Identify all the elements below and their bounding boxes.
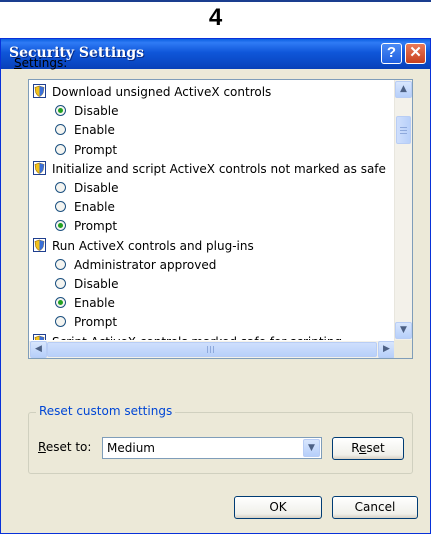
cancel-button[interactable]: Cancel <box>332 496 418 519</box>
ok-button[interactable]: OK <box>234 496 322 519</box>
scroll-right-icon[interactable]: ▶ <box>378 341 395 358</box>
scroll-left-icon[interactable]: ◀ <box>30 341 47 358</box>
close-icon: ✕ <box>409 44 422 61</box>
radio-icon[interactable] <box>55 182 66 193</box>
help-button[interactable]: ? <box>381 43 402 64</box>
reset-to-label-text: eset to: <box>45 440 92 454</box>
shield-icon <box>33 333 46 340</box>
setting-option[interactable]: Enable <box>55 121 115 140</box>
thumb-grip <box>210 346 211 353</box>
radio-icon[interactable] <box>55 201 66 213</box>
scroll-up-icon[interactable]: ▲ <box>395 81 412 98</box>
setting-option[interactable]: Enable <box>55 294 115 313</box>
radio-icon[interactable] <box>55 143 66 155</box>
thumb-grip <box>400 127 407 128</box>
setting-option-label: Prompt <box>74 142 118 157</box>
setting-option-label: Prompt <box>74 315 118 330</box>
horizontal-scroll-thumb[interactable] <box>47 342 377 357</box>
radio-selected-icon[interactable] <box>55 105 66 117</box>
reset-to-label: Reset to: <box>38 440 91 454</box>
header-rule <box>0 0 431 2</box>
reset-to-accesskey: R <box>38 440 46 454</box>
horizontal-scrollbar[interactable]: ◀ ▶ <box>29 341 395 358</box>
setting-group: Initialize and script ActiveX controls n… <box>33 160 386 179</box>
setting-group-label: Initialize and script ActiveX controls n… <box>52 161 386 176</box>
radio-selected-icon[interactable] <box>55 297 66 309</box>
reset-button-text-end: set <box>366 441 385 455</box>
setting-group-label: Script ActiveX controls marked safe for … <box>52 335 342 340</box>
reset-level-value: Medium <box>107 441 155 455</box>
thumb-grip <box>400 133 407 134</box>
vertical-scroll-thumb[interactable] <box>396 116 411 144</box>
setting-option-label: Enable <box>74 200 115 215</box>
setting-option[interactable]: Prompt <box>55 141 117 160</box>
reset-level-select[interactable]: Medium ▼ <box>102 437 322 459</box>
setting-group: Run ActiveX controls and plug-ins <box>33 237 254 256</box>
close-button[interactable]: ✕ <box>405 43 426 64</box>
radio-icon[interactable] <box>55 278 66 289</box>
thumb-grip <box>207 346 208 353</box>
setting-option-label: Disable <box>74 104 119 119</box>
scroll-down-icon[interactable]: ▼ <box>395 322 412 339</box>
thumb-grip <box>400 130 407 131</box>
setting-option[interactable]: Disable <box>55 102 119 121</box>
help-icon: ? <box>386 44 397 61</box>
setting-group-label: Run ActiveX controls and plug-ins <box>52 238 254 253</box>
radio-icon[interactable] <box>55 258 66 270</box>
reset-group-label: Reset custom settings <box>36 404 176 418</box>
setting-option[interactable]: Prompt <box>55 313 117 332</box>
setting-option[interactable]: Administrator approved <box>55 256 216 275</box>
setting-option-label: Enable <box>74 123 115 138</box>
shield-icon <box>33 160 46 175</box>
shield-icon <box>33 84 46 98</box>
setting-option-label: Enable <box>74 296 115 311</box>
step-number: 4 <box>208 4 223 31</box>
reset-button-text-start: R <box>351 441 360 455</box>
step-header: 4 <box>0 0 431 36</box>
radio-icon[interactable] <box>55 124 66 136</box>
setting-option[interactable]: Enable <box>55 198 115 217</box>
vertical-scrollbar[interactable]: ▲ ▼ <box>394 80 412 340</box>
setting-option-label: Disable <box>74 277 119 291</box>
setting-option[interactable]: Disable <box>55 179 119 198</box>
chevron-down-icon[interactable]: ▼ <box>303 439 320 457</box>
settings-list[interactable]: Download unsigned ActiveX controls Disabl… <box>28 79 413 359</box>
radio-selected-icon[interactable] <box>55 220 66 232</box>
scrollbar-corner <box>394 340 412 358</box>
setting-group: Download unsigned ActiveX controls <box>33 83 271 102</box>
settings-list-content: Download unsigned ActiveX controls Disabl… <box>29 80 395 340</box>
shield-icon <box>33 237 46 252</box>
settings-label-text: ettings: <box>21 56 68 70</box>
setting-group: Script ActiveX controls marked safe for … <box>33 333 342 340</box>
setting-option[interactable]: Disable <box>55 275 119 294</box>
settings-label: Settings: <box>14 56 67 70</box>
settings-label-accesskey: S <box>14 56 22 70</box>
setting-option-label: Prompt <box>74 219 118 234</box>
setting-option-label: Disable <box>74 181 119 195</box>
thumb-grip <box>213 346 214 353</box>
reset-button[interactable]: Reset <box>332 437 404 460</box>
setting-option-label: Administrator approved <box>74 257 217 272</box>
radio-icon[interactable] <box>55 316 66 328</box>
setting-option[interactable]: Prompt <box>55 217 117 236</box>
setting-group-label: Download unsigned ActiveX controls <box>52 85 272 99</box>
